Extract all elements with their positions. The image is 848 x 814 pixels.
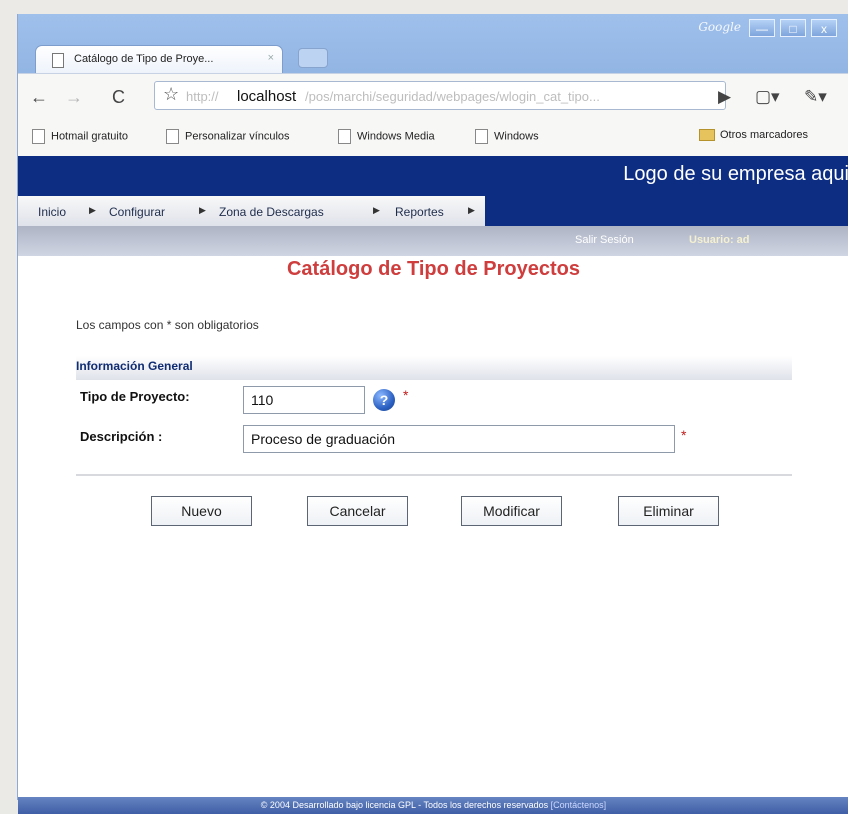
bookmarks-bar: Hotmail gratuito Personalizar vínculos W… [18, 117, 848, 157]
close-window-button[interactable]: x [811, 19, 837, 37]
page-title: Catálogo de Tipo de Proyectos [286, 258, 581, 280]
menu-item-reportes[interactable]: Reportes [395, 205, 444, 219]
maximize-button[interactable]: □ [780, 19, 806, 37]
menu-bar-filler [485, 196, 848, 226]
logout-link[interactable]: Salir Sesión [575, 234, 634, 246]
browser-window: Google — □ x Catálogo de Tipo de Proye..… [17, 14, 848, 814]
footer-text: © 2004 Desarrollado bajo licencia GPL - … [260, 800, 549, 810]
nuevo-button[interactable]: Nuevo [151, 496, 252, 526]
page-icon [52, 53, 64, 68]
folder-icon [699, 129, 715, 142]
tipo-proyecto-label: Tipo de Proyecto: [80, 389, 190, 404]
required-marker: * [681, 427, 687, 443]
main-menu: Inicio ▶ Configurar ▶ Zona de Descargas … [18, 196, 485, 227]
url-prefix: http:// [186, 89, 219, 104]
contact-link[interactable]: Contáctenos [553, 800, 604, 810]
chevron-right-icon: ▶ [89, 205, 96, 215]
menu-item-descargas[interactable]: Zona de Descargas [219, 205, 324, 219]
other-bookmarks-label: Otros marcadores [720, 129, 809, 141]
wrench-menu-icon[interactable]: ✎▾ [804, 87, 827, 107]
address-bar[interactable]: ☆ http:// localhost /pos/marchi/segurida… [154, 81, 726, 110]
minimize-button[interactable]: — [749, 19, 775, 37]
bookmark-hotmail[interactable]: Hotmail gratuito [32, 129, 128, 144]
required-marker: * [403, 387, 409, 403]
url-path: /pos/marchi/seguridad/webpages/wlogin_ca… [305, 89, 600, 104]
forward-arrow-icon[interactable]: → [65, 87, 83, 108]
page-icon [32, 129, 45, 144]
general-info-form: Tipo de Proyecto: 110 ? * Descripción : … [76, 380, 792, 476]
star-icon[interactable]: ☆ [163, 84, 179, 105]
modificar-button[interactable]: Modificar [461, 496, 562, 526]
bookmark-personalizar[interactable]: Personalizar vínculos [166, 129, 290, 144]
chevron-right-icon: ▶ [199, 205, 206, 215]
chevron-right-icon: ▶ [373, 205, 380, 215]
screenshot-page: Google — □ x Catálogo de Tipo de Proye..… [0, 0, 848, 814]
brand-banner: Logo de su empresa aqui [18, 156, 848, 196]
tipo-proyecto-input[interactable]: 110 [243, 386, 365, 414]
browser-tab[interactable]: Catálogo de Tipo de Proye... × [35, 45, 283, 73]
menu-item-configurar[interactable]: Configurar [109, 205, 165, 219]
play-icon[interactable]: ▶ [718, 87, 731, 107]
section-title: Información General [76, 359, 193, 373]
required-notice: Los campos con * son obligatorios [76, 318, 259, 332]
footer-link[interactable]: [Contáctenos] [551, 800, 607, 810]
user-label: Usuario: ad [689, 234, 750, 246]
new-tab-button[interactable] [298, 48, 328, 68]
tab-close-icon[interactable]: × [268, 52, 274, 64]
session-bar: Salir Sesión Usuario: ad [18, 226, 848, 256]
bookmark-windows[interactable]: Windows [475, 129, 539, 144]
page-icon [475, 129, 488, 144]
section-header: Información General [76, 356, 792, 381]
browser-toolbar: ← → C ☆ http:// localhost /pos/marchi/se… [18, 73, 848, 118]
url-host: localhost [237, 88, 297, 105]
bookmark-label: Personalizar vínculos [185, 130, 290, 143]
bookmark-label: Windows [494, 130, 539, 143]
descripcion-input[interactable]: Proceso de graduación [243, 425, 675, 453]
bookmark-label: Hotmail gratuito [51, 130, 129, 143]
cancelar-button[interactable]: Cancelar [307, 496, 408, 526]
google-label: Google [698, 20, 741, 34]
reload-icon[interactable]: C [112, 87, 125, 108]
bookmark-windows-media[interactable]: Windows Media [338, 129, 435, 144]
menu-item-inicio[interactable]: Inicio [38, 205, 66, 219]
chevron-right-icon: ▶ [468, 205, 475, 215]
other-bookmarks[interactable]: Otros marcadores [699, 129, 809, 142]
bookmark-label: Windows Media [357, 130, 435, 143]
tab-title: Catálogo de Tipo de Proye... [74, 53, 214, 65]
back-arrow-icon[interactable]: ← [30, 87, 48, 108]
help-icon[interactable]: ? [373, 389, 395, 411]
page-icon [338, 129, 351, 144]
title-bar: Google — □ x [18, 14, 848, 44]
eliminar-button[interactable]: Eliminar [618, 496, 719, 526]
descripcion-label: Descripción : [80, 429, 163, 444]
page-menu-icon[interactable]: ▢▾ [755, 87, 780, 107]
browser-chrome: Google — □ x Catálogo de Tipo de Proye..… [18, 14, 848, 157]
page-icon [166, 129, 179, 144]
company-logo-text: Logo de su empresa aqui [623, 163, 848, 185]
